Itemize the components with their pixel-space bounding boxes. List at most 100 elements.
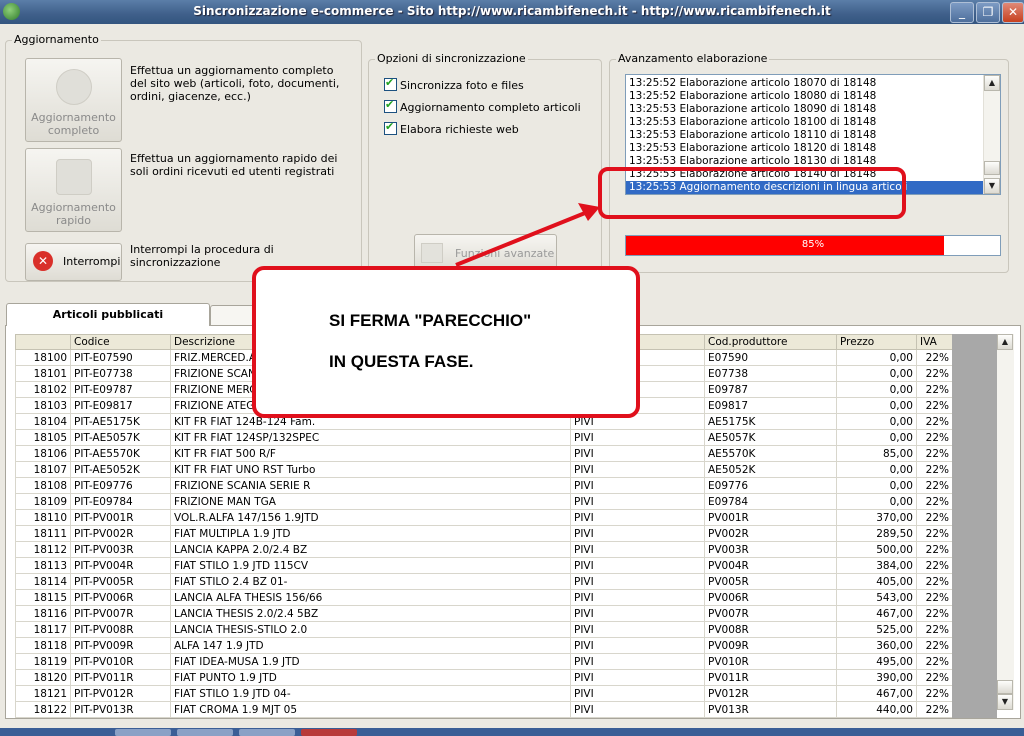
table-cell: PIT-E09787 <box>70 381 171 398</box>
table-cell: 18102 <box>15 381 71 398</box>
table-cell: FRIZIONE MAN TGA <box>170 493 571 510</box>
table-cell: PV008R <box>704 621 837 638</box>
table-cell: PIT-E07590 <box>70 349 171 366</box>
table-row[interactable]: 18108 PIT-E09776 FRIZIONE SCANIA SERIE R PI… <box>15 477 953 494</box>
table-row[interactable]: 18116 PIT-PV007R LANCIA THESIS 2.0/2.4 5BZ… <box>15 605 953 622</box>
table-row[interactable]: 18118 PIT-PV009R ALFA 147 1.9 JTD PIVI PV009… <box>15 637 953 654</box>
table-row[interactable]: 18111 PIT-PV002R FIAT MULTIPLA 1.9 JTD PIVI… <box>15 525 953 542</box>
aggiornamento-rapido-button[interactable]: Aggiornamento rapido <box>25 148 122 232</box>
table-cell: PIVI <box>570 557 705 574</box>
tab-articoli-pubblicati[interactable]: Articoli pubblicati <box>6 303 210 326</box>
table-cell: 85,00 <box>836 445 917 462</box>
table-cell: 22% <box>916 349 953 366</box>
col-header-iva[interactable]: IVA <box>916 334 953 350</box>
table-empty-area <box>952 334 997 718</box>
arrow-annotation <box>455 203 600 267</box>
table-row[interactable]: 18122 PIT-PV013R FIAT CROMA 1.9 MJT 05 PIVI… <box>15 701 953 718</box>
taskbar-item[interactable] <box>301 729 357 736</box>
table-row[interactable]: 18119 PIT-PV010R FIAT IDEA-MUSA 1.9 JTD PIV… <box>15 653 953 670</box>
scroll-thumb[interactable] <box>997 680 1013 694</box>
minimize-button[interactable]: _ <box>950 2 974 23</box>
table-cell: 18106 <box>15 445 71 462</box>
table-cell: PV003R <box>704 541 837 558</box>
taskbar-item[interactable] <box>239 729 295 736</box>
table-cell: FIAT CROMA 1.9 MJT 05 <box>170 701 571 718</box>
scroll-down-icon[interactable]: ▼ <box>997 694 1013 710</box>
table-cell: 405,00 <box>836 573 917 590</box>
table-cell: FIAT STILO 2.4 BZ 01- <box>170 573 571 590</box>
checkbox[interactable] <box>384 76 397 91</box>
table-cell: AE5175K <box>704 413 837 430</box>
table-cell: PV009R <box>704 637 837 654</box>
table-cell: PIT-PV013R <box>70 701 171 718</box>
col-header-prezzo[interactable]: Prezzo <box>836 334 917 350</box>
table-cell: FIAT PUNTO 1.9 JTD <box>170 669 571 686</box>
table-cell: 0,00 <box>836 477 917 494</box>
table-cell: FIAT STILO 1.9 JTD 04- <box>170 685 571 702</box>
table-cell: 22% <box>916 365 953 382</box>
scroll-up-icon[interactable]: ▲ <box>997 334 1013 350</box>
table-cell: PIT-PV007R <box>70 605 171 622</box>
table-row[interactable]: 18106 PIT-AE5570K KIT FR FIAT 500 R/F PIVI A… <box>15 445 953 462</box>
table-row[interactable]: 18120 PIT-PV011R FIAT PUNTO 1.9 JTD PIVI PV0… <box>15 669 953 686</box>
table-cell: PIT-PV008R <box>70 621 171 638</box>
table-row[interactable]: 18109 PIT-E09784 FRIZIONE MAN TGA PIVI E0978… <box>15 493 953 510</box>
check-aggiornamento-completo[interactable]: Aggiornamento completo articoli <box>384 98 581 114</box>
aggiornamento-rapido-description: Effettua un aggiornamento rapido dei sol… <box>130 152 338 178</box>
aggiornamento-completo-button[interactable]: Aggiornamento completo <box>25 58 122 142</box>
table-cell: E09817 <box>704 397 837 414</box>
log-scrollbar[interactable]: ▲ ▼ <box>983 75 1000 194</box>
table-row[interactable]: 18121 PIT-PV012R FIAT STILO 1.9 JTD 04- PIV… <box>15 685 953 702</box>
progress-bar: 85% <box>625 235 1001 256</box>
table-cell: 18109 <box>15 493 71 510</box>
table-cell: PIT-PV012R <box>70 685 171 702</box>
col-header-id[interactable] <box>15 334 71 350</box>
table-row[interactable]: 18107 PIT-AE5052K KIT FR FIAT UNO RST Turb… <box>15 461 953 478</box>
table-cell: PIT-AE5057K <box>70 429 171 446</box>
table-row[interactable]: 18113 PIT-PV004R FIAT STILO 1.9 JTD 115CV P… <box>15 557 953 574</box>
table-cell: 360,00 <box>836 637 917 654</box>
table-cell: 18101 <box>15 365 71 382</box>
taskbar-item[interactable] <box>177 729 233 736</box>
check-elabora-richieste[interactable]: Elabora richieste web <box>384 120 519 136</box>
table-cell: PIT-AE5052K <box>70 461 171 478</box>
table-scrollbar[interactable]: ▲ ▼ <box>997 334 1014 710</box>
checkbox[interactable] <box>384 120 397 135</box>
table-cell: 440,00 <box>836 701 917 718</box>
scroll-up-icon[interactable]: ▲ <box>984 75 1000 91</box>
table-cell: 0,00 <box>836 349 917 366</box>
table-row[interactable]: 18110 PIT-PV001R VOL.R.ALFA 147/156 1.9JTD… <box>15 509 953 526</box>
taskbar-item[interactable] <box>115 729 171 736</box>
checkbox[interactable] <box>384 98 397 113</box>
table-cell: PIVI <box>570 461 705 478</box>
table-cell: 22% <box>916 653 953 670</box>
close-button[interactable]: ✕ <box>1002 2 1024 23</box>
check-sincronizza-foto[interactable]: Sincronizza foto e files <box>384 76 524 92</box>
table-cell: FIAT IDEA-MUSA 1.9 JTD <box>170 653 571 670</box>
scroll-thumb[interactable] <box>984 161 1000 175</box>
table-cell: KIT FR FIAT UNO RST Turbo <box>170 461 571 478</box>
maximize-button[interactable]: ❐ <box>976 2 1000 23</box>
col-header-cod-produttore[interactable]: Cod.produttore <box>704 334 837 350</box>
table-row[interactable]: 18117 PIT-PV008R LANCIA THESIS-STILO 2.0 PI… <box>15 621 953 638</box>
table-cell: PIT-AE5175K <box>70 413 171 430</box>
aggiornamento-legend: Aggiornamento <box>12 33 101 46</box>
table-row[interactable]: 18115 PIT-PV006R LANCIA ALFA THESIS 156/66… <box>15 589 953 606</box>
col-header-codice[interactable]: Codice <box>70 334 171 350</box>
table-cell: PV002R <box>704 525 837 542</box>
table-cell: E09787 <box>704 381 837 398</box>
table-row[interactable]: 18112 PIT-PV003R LANCIA KAPPA 2.0/2.4 BZ PI… <box>15 541 953 558</box>
table-cell: PIT-PV010R <box>70 653 171 670</box>
table-cell: 22% <box>916 637 953 654</box>
table-cell: PIVI <box>570 589 705 606</box>
table-cell: 22% <box>916 509 953 526</box>
table-cell: PV004R <box>704 557 837 574</box>
table-cell: 18121 <box>15 685 71 702</box>
table-row[interactable]: 18105 PIT-AE5057K KIT FR FIAT 124SP/132SPE… <box>15 429 953 446</box>
table-row[interactable]: 18114 PIT-PV005R FIAT STILO 2.4 BZ 01- PIVI… <box>15 573 953 590</box>
scroll-down-icon[interactable]: ▼ <box>984 178 1000 194</box>
interrompi-button[interactable]: ✕ Interrompi <box>25 243 122 281</box>
table-cell: 467,00 <box>836 685 917 702</box>
table-cell: PIT-AE5570K <box>70 445 171 462</box>
check-label: Sincronizza foto e files <box>400 79 524 92</box>
